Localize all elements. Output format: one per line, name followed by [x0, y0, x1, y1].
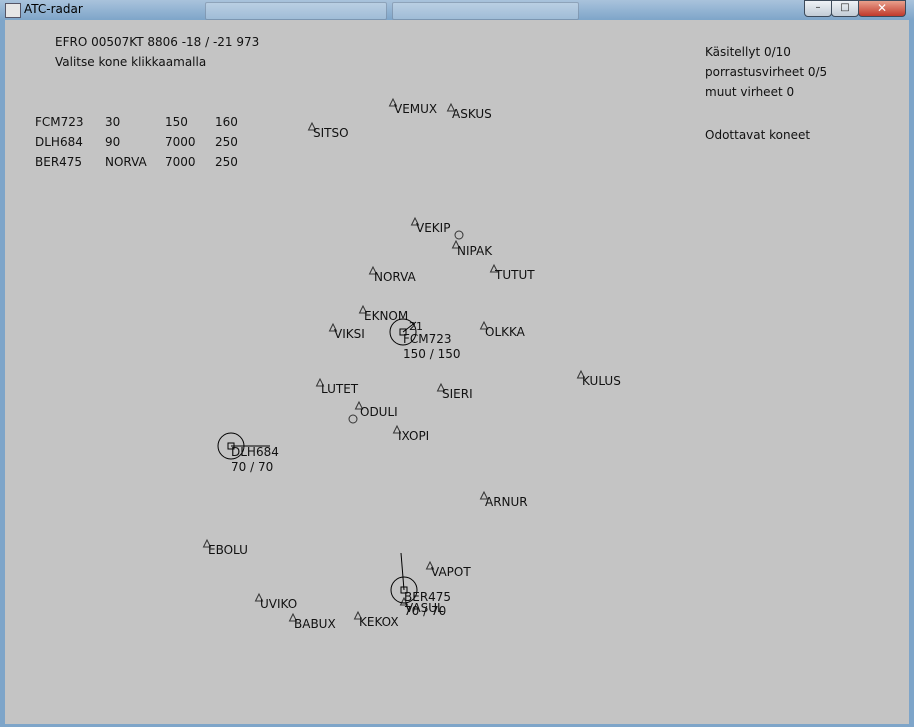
waypoint-label: VAPOT	[431, 565, 471, 579]
waypoint-label: ODULI	[360, 405, 398, 419]
waypoint-kulus: KULUS	[576, 369, 621, 388]
waypoint-vapot: VAPOT	[425, 560, 471, 579]
waypoint-label: NORVA	[374, 270, 417, 284]
waypoint-label: KEKOX	[359, 615, 399, 629]
waypoint-label: BABUX	[294, 617, 336, 631]
waypoint-sitso: SITSO	[307, 121, 349, 140]
waypoint-label: VIKSI	[334, 327, 365, 341]
aircraft-info: 70 / 70	[231, 460, 273, 474]
waypoint-viksi: VIKSI	[328, 322, 365, 341]
waypoint-babux: BABUX	[288, 612, 336, 631]
waypoint-uviko: UVIKO	[254, 592, 297, 611]
waypoint-label: VEKIP	[416, 221, 450, 235]
aircraft-callsign: BER475	[404, 590, 451, 604]
waypoint-vekip: VEKIP	[410, 216, 450, 235]
waypoint-label: KULUS	[582, 374, 621, 388]
heading-vector	[400, 552, 405, 591]
aircraft-ber475[interactable]: BER475 70 / 70	[390, 552, 451, 618]
waypoint-ebolu: EBOLU	[202, 538, 248, 557]
waypoint-label: IXOPI	[398, 429, 429, 443]
beacon-marker	[348, 414, 358, 424]
waypoint-ixopi: IXOPI	[392, 424, 429, 443]
waypoint-tutut: TUTUT	[489, 263, 535, 282]
waypoint-nipak: NIPAK	[451, 239, 493, 258]
waypoint-label: SITSO	[313, 126, 349, 140]
aircraft-info: 70 / 70	[404, 604, 446, 618]
waypoint-label: NIPAK	[457, 244, 493, 258]
waypoint-vemux: VEMUX	[388, 97, 437, 116]
waypoint-label: ARNUR	[485, 495, 528, 509]
waypoint-lutet: LUTET	[315, 377, 359, 396]
waypoint-label: UVIKO	[260, 597, 297, 611]
waypoint-olkka: OLKKA	[479, 320, 526, 339]
aircraft-callsign: FCM723	[403, 332, 452, 346]
aircraft-dlh684[interactable]: DLH684 70 / 70	[217, 432, 279, 474]
waypoint-label: VEMUX	[394, 102, 437, 116]
waypoint-label: TUTUT	[494, 268, 535, 282]
waypoint-sieri: SIERI	[436, 382, 473, 401]
waypoint-arnur: ARNUR	[479, 490, 528, 509]
aircraft-info: 150 / 150	[403, 347, 460, 361]
waypoint-label: EKNOM	[364, 309, 408, 323]
waypoint-norva: NORVA	[368, 265, 417, 284]
waypoint-layer: VEMUX ASKUS SITSO VEKIP NIPAK NORVA TUTUT EKNOM…	[202, 97, 621, 631]
waypoint-kekox: KEKOX	[353, 610, 399, 629]
waypoint-label: OLKKA	[485, 325, 526, 339]
aircraft-callsign: DLH684	[231, 445, 279, 459]
aircraft-fcm723[interactable]: FCM723 150 / 150	[389, 318, 460, 361]
waypoint-eknom: EKNOM	[358, 304, 408, 323]
waypoint-label: EBOLU	[208, 543, 248, 557]
beacon-marker	[454, 230, 464, 240]
waypoint-label: SIERI	[442, 387, 473, 401]
waypoint-label: LUTET	[321, 382, 359, 396]
waypoint-askus: ASKUS	[446, 102, 492, 121]
radar-map[interactable]: VEMUX ASKUS SITSO VEKIP NIPAK NORVA TUTUT EKNOM…	[0, 0, 914, 727]
waypoint-label: ASKUS	[452, 107, 492, 121]
waypoint-oduli: ODULI	[354, 400, 398, 419]
